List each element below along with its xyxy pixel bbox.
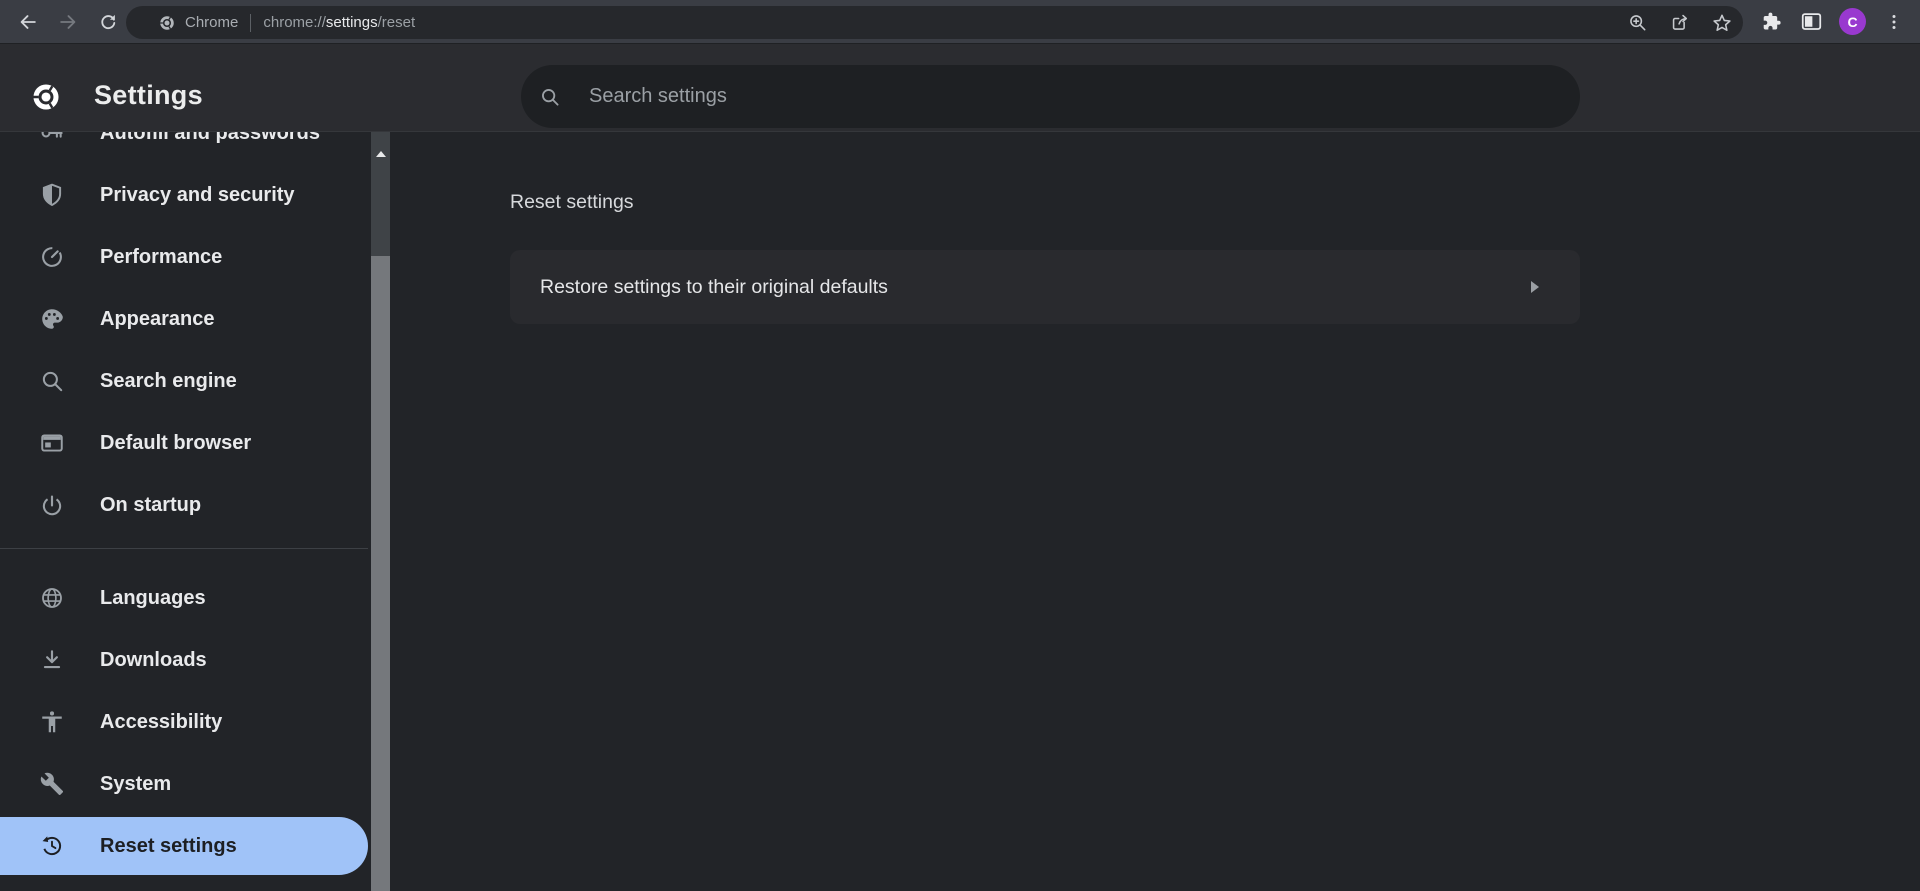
address-separator — [250, 14, 251, 32]
sidebar-item-label: Search engine — [100, 370, 237, 393]
sidebar-item-label: Default browser — [100, 432, 251, 455]
page-title: Settings — [94, 80, 203, 111]
restore-defaults-row[interactable]: Restore settings to their original defau… — [510, 250, 1580, 324]
magnifier-icon — [39, 368, 65, 394]
forward-icon[interactable] — [56, 10, 80, 34]
sidebar-item-label: On startup — [100, 494, 201, 517]
browser-window-icon — [39, 430, 65, 456]
profile-avatar[interactable]: C — [1839, 8, 1866, 35]
sidebar-item-appearance[interactable]: Appearance — [0, 290, 368, 348]
chrome-logo-icon — [30, 81, 62, 113]
sidebar-item-privacy[interactable]: Privacy and security — [0, 166, 368, 224]
arrow-right-icon — [1530, 280, 1540, 294]
url-scheme: chrome:// — [263, 14, 326, 31]
history-icon — [39, 833, 65, 859]
sidebar-divider — [0, 548, 368, 549]
speedometer-icon — [39, 244, 65, 270]
sidebar-item-label: Downloads — [100, 649, 207, 672]
wrench-icon — [39, 771, 65, 797]
power-icon — [39, 492, 65, 518]
back-icon[interactable] — [16, 10, 40, 34]
share-icon[interactable] — [1668, 11, 1692, 35]
site-label: Chrome — [185, 14, 238, 31]
chrome-settings-window: Chrome chrome://settings/reset — [0, 0, 1920, 891]
side-panel-icon[interactable] — [1799, 10, 1823, 34]
section-title: Reset settings — [510, 188, 1920, 216]
sidebar-item-on-startup[interactable]: On startup — [0, 476, 368, 534]
sidebar-item-reset-settings[interactable]: Reset settings — [0, 817, 368, 875]
sidebar-item-label: System — [100, 773, 171, 796]
kebab-menu-icon[interactable] — [1882, 10, 1906, 34]
shield-icon — [39, 182, 65, 208]
settings-header: Settings — [0, 44, 1920, 132]
scrollbar-up-arrow-icon[interactable] — [376, 151, 386, 157]
sidebar-item-search-engine[interactable]: Search engine — [0, 352, 368, 410]
content-area: Autofill and passwords Privacy and secur… — [0, 132, 1920, 891]
sidebar-item-system[interactable]: System — [0, 755, 368, 813]
settings-sidebar: Autofill and passwords Privacy and secur… — [0, 132, 368, 891]
download-icon — [39, 647, 65, 673]
url-path: /reset — [378, 14, 416, 31]
sidebar-item-languages[interactable]: Languages — [0, 569, 368, 627]
sidebar-item-label: Appearance — [100, 308, 215, 331]
restore-defaults-label: Restore settings to their original defau… — [510, 276, 888, 299]
chrome-favicon-icon — [158, 14, 176, 32]
extensions-puzzle-icon[interactable] — [1759, 10, 1783, 34]
sidebar-item-default-browser[interactable]: Default browser — [0, 414, 368, 472]
sidebar-item-label: Languages — [100, 587, 206, 610]
sidebar-item-label: Privacy and security — [100, 184, 295, 207]
sidebar-item-performance[interactable]: Performance — [0, 228, 368, 286]
sidebar-item-label: Performance — [100, 246, 222, 269]
search-input[interactable] — [589, 85, 1580, 108]
settings-search — [521, 65, 1580, 128]
sidebar-item-autofill[interactable]: Autofill and passwords — [0, 132, 368, 162]
key-icon — [39, 132, 65, 146]
search-icon — [539, 86, 561, 108]
reload-icon[interactable] — [96, 10, 120, 34]
sidebar-item-downloads[interactable]: Downloads — [0, 631, 368, 689]
palette-icon — [39, 306, 65, 332]
sidebar-item-label: Reset settings — [100, 835, 237, 858]
globe-icon — [39, 585, 65, 611]
star-icon[interactable] — [1710, 11, 1734, 35]
scrollbar-thumb[interactable] — [371, 256, 390, 891]
address-bar[interactable]: Chrome chrome://settings/reset — [126, 6, 1743, 39]
browser-toolbar: Chrome chrome://settings/reset — [0, 0, 1920, 44]
url-host: settings — [326, 14, 378, 31]
zoom-in-icon[interactable] — [1626, 11, 1650, 35]
sidebar-item-label: Autofill and passwords — [100, 132, 320, 145]
sidebar-item-accessibility[interactable]: Accessibility — [0, 693, 368, 751]
accessibility-icon — [39, 709, 65, 735]
sidebar-item-label: Accessibility — [100, 711, 222, 734]
sidebar-scrollbar — [371, 132, 390, 891]
main-panel: Reset settings Restore settings to their… — [390, 132, 1920, 891]
